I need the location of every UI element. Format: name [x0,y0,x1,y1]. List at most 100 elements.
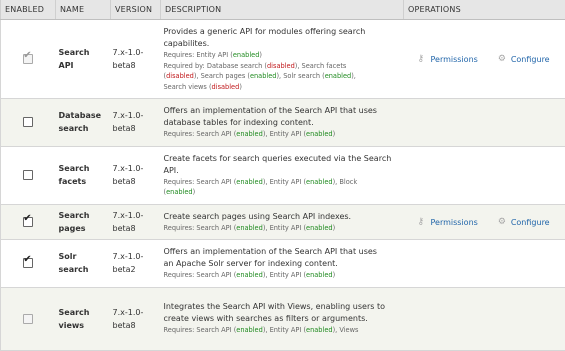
header-operations: OPERATIONS [404,0,565,20]
status-disabled: disabled [212,83,240,91]
requires-text: ) [193,188,196,196]
module-name: SearchAPI [56,20,111,99]
header-enabled: ENABLED [1,0,56,20]
requires-text: Required by: Database search ( [164,62,268,70]
requires-line: Required by: Database search (disabled),… [164,61,400,72]
operations-cell [404,99,565,147]
requires-text: ), Entity API ( [263,224,306,232]
module-name: Searchviews [56,287,111,350]
configure-label: Configure [511,218,550,227]
description-line: create views with searches as filters or… [164,313,400,325]
requires-text: ), Entity API ( [263,178,306,186]
table-row: Databasesearch7.x-1.0-beta8Offers an imp… [1,99,565,147]
table-row: ✔SearchAPI7.x-1.0-beta8Provides a generi… [1,20,565,99]
header-name: NAME [56,0,111,20]
module-name-line: Solr [59,250,107,263]
key-icon: ⚷ [418,218,427,227]
table-row: Searchfacets7.x-1.0-beta8Create facets f… [1,146,565,204]
module-version: 7.x-1.0-beta8 [111,204,161,240]
enabled-cell [1,287,56,350]
requires-text: Search views ( [164,83,212,91]
requires-text: ), Entity API ( [263,130,306,138]
module-version-line: beta8 [113,59,159,72]
module-description: Create facets for search queries execute… [161,146,404,204]
module-version-line: 7.x-1.0- [113,46,159,59]
requires-text: ), Entity API ( [263,271,306,279]
key-icon: ⚷ [418,55,427,64]
status-enabled: enabled [325,72,352,80]
requires-text: ), [351,72,356,80]
configure-link[interactable]: ⚙Configure [498,55,550,64]
requires-line: Requires: Search API (enabled), Entity A… [164,325,400,336]
requires-text: ), Entity API ( [263,326,306,334]
module-version-line: 7.x-1.0- [113,162,159,175]
operations-cell [404,287,565,350]
description-line: capabilites. [164,38,400,50]
requires-line: Search views (disabled) [164,82,400,93]
module-version-line: beta8 [113,175,159,188]
module-version-line: 7.x-1.0- [113,306,159,319]
module-name: Databasesearch [56,99,111,147]
description-line: Offers an implementation of the Search A… [164,246,400,258]
status-enabled: enabled [306,130,333,138]
description-line: database tables for indexing content. [164,117,400,129]
requires-line: Requires: Search API (enabled), Entity A… [164,223,400,234]
requires-text: Requires: Search API ( [164,224,237,232]
module-version: 7.x-1.0-beta8 [111,287,161,350]
requires-text: ) [333,224,336,232]
status-enabled: enabled [236,178,263,186]
module-description: Provides a generic API for modules offer… [161,20,404,99]
module-version-line: 7.x-1.0- [113,209,159,222]
module-version: 7.x-1.0-beta8 [111,20,161,99]
module-name: Searchfacets [56,146,111,204]
permissions-link[interactable]: ⚷Permissions [418,55,478,64]
status-enabled: enabled [306,271,333,279]
permissions-link[interactable]: ⚷Permissions [418,218,478,227]
table-row: Searchviews7.x-1.0-beta8Integrates the S… [1,287,565,350]
enabled-checkbox[interactable]: ✔ [23,258,33,268]
table-row: ✔Searchpages7.x-1.0-beta8Create search p… [1,204,565,240]
module-version-line: beta8 [113,319,159,332]
requires-line: Requires: Entity API (enabled) [164,50,400,61]
requires-text: Requires: Entity API ( [164,51,233,59]
header-description: DESCRIPTION [161,0,404,20]
description-line: API. [164,165,400,177]
enabled-checkbox [23,314,33,324]
status-enabled: enabled [306,178,333,186]
requires-text: ) [333,271,336,279]
enabled-cell: ✔ [1,20,56,99]
modules-table-body: ✔SearchAPI7.x-1.0-beta8Provides a generi… [1,20,565,351]
header-version: VERSION [111,0,161,20]
requires-line: (enabled) [164,187,400,198]
requires-text: ) [333,130,336,138]
module-version-line: beta2 [113,263,159,276]
requires-line: Requires: Search API (enabled), Entity A… [164,177,400,188]
requires-text: ) [239,83,242,91]
requires-line: Requires: Search API (enabled), Entity A… [164,129,400,140]
enabled-checkbox[interactable] [23,117,33,127]
module-version-line: beta8 [113,122,159,135]
configure-link[interactable]: ⚙Configure [498,218,550,227]
status-disabled: disabled [267,62,295,70]
status-enabled: enabled [236,326,263,334]
module-name-line: facets [59,175,107,188]
status-enabled: enabled [250,72,277,80]
enabled-cell [1,99,56,147]
status-enabled: enabled [166,188,193,196]
enabled-checkbox[interactable]: ✔ [23,217,33,227]
enabled-checkbox[interactable] [23,170,33,180]
requires-text: ), Views [333,326,359,334]
enabled-checkbox: ✔ [23,54,33,64]
configure-label: Configure [511,55,550,64]
description-line: Provides a generic API for modules offer… [164,26,400,38]
module-version-line: 7.x-1.0- [113,109,159,122]
enabled-cell: ✔ [1,204,56,240]
module-version: 7.x-1.0-beta2 [111,240,161,288]
table-header-row: ENABLED NAME VERSION DESCRIPTION OPERATI… [1,0,565,20]
module-version-line: 7.x-1.0- [113,250,159,263]
module-name-line: views [59,319,107,332]
module-name-line: Search [59,162,107,175]
module-version: 7.x-1.0-beta8 [111,146,161,204]
status-enabled: enabled [236,271,263,279]
status-disabled: disabled [166,72,194,80]
